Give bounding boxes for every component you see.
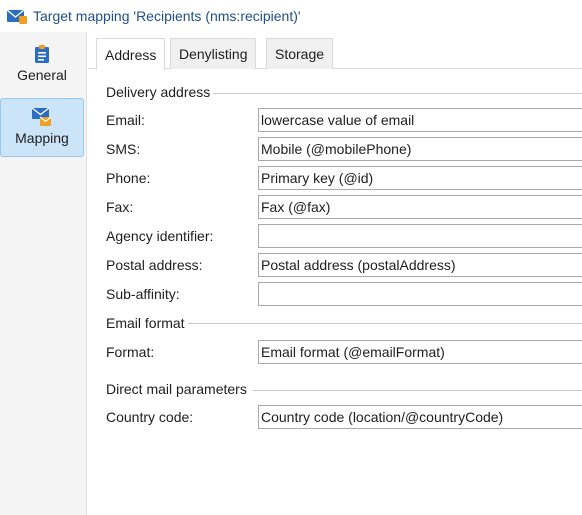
tab-storage[interactable]: Storage: [266, 38, 334, 69]
sidebar-item-label: Mapping: [15, 130, 69, 146]
sms-field[interactable]: Mobile (@mobilePhone): [258, 137, 582, 161]
sidebar-item-label: General: [17, 67, 67, 83]
fax-label: Fax:: [106, 199, 134, 215]
fax-field[interactable]: Fax (@fax): [258, 195, 582, 219]
sub-affinity-label: Sub-affinity:: [106, 286, 180, 302]
sub-affinity-field[interactable]: [258, 282, 582, 306]
country-code-field[interactable]: Country code (location/@countryCode): [258, 405, 582, 429]
email-field[interactable]: lowercase value of email: [258, 108, 582, 132]
group-title-direct-mail: Direct mail parameters: [106, 381, 250, 397]
email-label: Email:: [106, 112, 145, 128]
postal-address-field[interactable]: Postal address (postalAddress): [258, 253, 582, 277]
group-divider: [188, 323, 582, 324]
group-title-delivery-address: Delivery address: [106, 84, 214, 100]
group-title-email-format: Email format: [106, 315, 188, 331]
window-title: Target mapping 'Recipients (nms:recipien…: [33, 8, 301, 24]
phone-label: Phone:: [106, 170, 151, 186]
sidebar-item-general[interactable]: General: [0, 36, 84, 95]
tab-address[interactable]: Address: [96, 38, 166, 70]
agency-identifier-label: Agency identifier:: [106, 228, 214, 244]
group-divider: [253, 390, 582, 391]
format-field[interactable]: Email format (@emailFormat): [258, 340, 582, 364]
agency-identifier-field[interactable]: [258, 224, 582, 248]
sidebar: General Mapping: [0, 32, 87, 515]
title-bar: Target mapping 'Recipients (nms:recipien…: [0, 0, 582, 32]
sms-label: SMS:: [106, 141, 141, 157]
postal-address-label: Postal address:: [106, 257, 203, 273]
tab-denylisting[interactable]: Denylisting: [170, 38, 257, 69]
sidebar-item-mapping[interactable]: Mapping: [0, 98, 84, 157]
envelope-icon: [6, 7, 28, 25]
envelope-stack-icon: [31, 107, 53, 127]
phone-field[interactable]: Primary key (@id): [258, 166, 582, 190]
format-label: Format:: [106, 344, 155, 360]
mapping-panel: Address Denylisting Storage Delivery add…: [88, 32, 582, 515]
group-divider: [208, 93, 582, 94]
clipboard-icon: [31, 44, 53, 64]
tab-strip: Address Denylisting Storage: [88, 38, 582, 70]
country-code-label: Country code:: [106, 409, 194, 425]
